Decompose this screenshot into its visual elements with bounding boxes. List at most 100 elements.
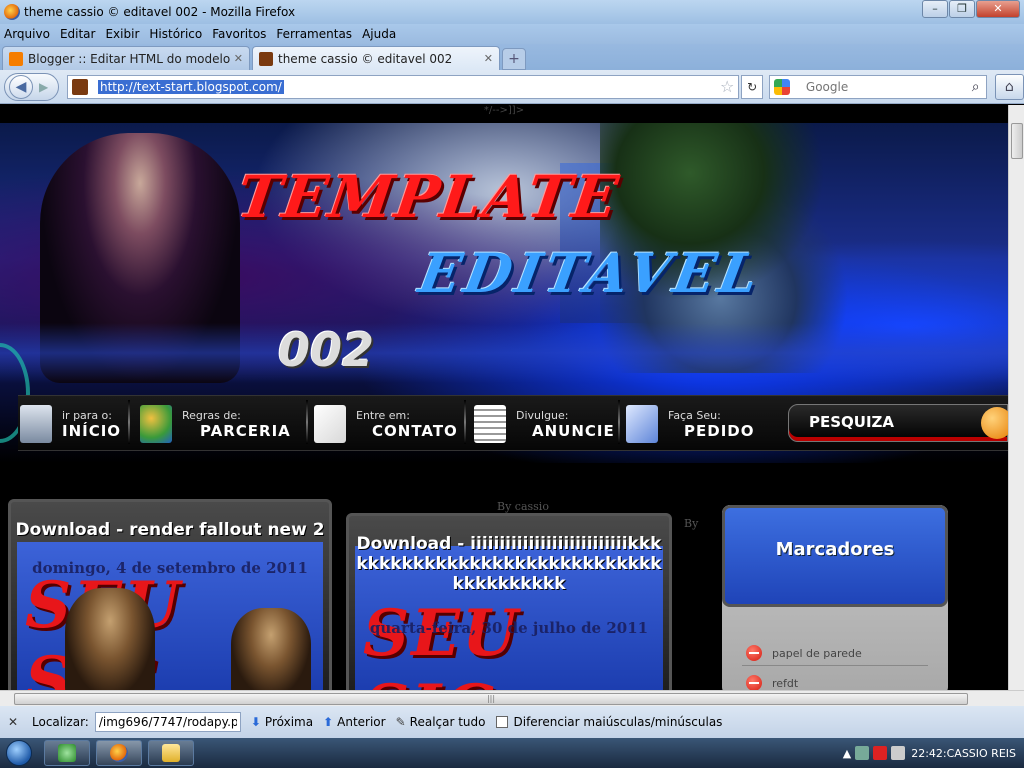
blogger-icon [9, 51, 23, 66]
window-titlebar: theme cassio © editavel 002 - Mozilla Fi… [0, 0, 1024, 24]
tab-bar: Blogger :: Editar HTML do modelo ✕ theme… [0, 44, 1024, 70]
find-previous-button[interactable]: ⬆ Anterior [323, 715, 386, 729]
menu-historico[interactable]: Histórico [149, 27, 202, 41]
remove-icon [746, 675, 762, 690]
start-button[interactable] [0, 738, 38, 768]
search-go-icon[interactable] [981, 407, 1008, 439]
firefox-icon [4, 4, 20, 20]
highlight-all-button[interactable]: ✎ Realçar tudo [396, 715, 486, 729]
folder-icon [162, 744, 180, 762]
nav-anuncie-small: Divulgue: [516, 408, 569, 422]
close-tab-icon[interactable]: ✕ [234, 52, 243, 65]
arrow-up-icon: ⬆ [323, 715, 334, 729]
find-next-button[interactable]: ⬇ Próxima [251, 715, 313, 729]
taskbar-explorer-button[interactable] [148, 740, 194, 766]
close-button[interactable]: ✕ [976, 0, 1020, 18]
firefox-icon [110, 744, 128, 762]
clock-text[interactable]: 22:42:CASSIO REIS [911, 747, 1016, 760]
tab-label: Blogger :: Editar HTML do modelo [28, 51, 231, 66]
nav-divider [128, 400, 130, 444]
header-banner: TEMPLATE EDITAVEL 002 ir para o: INÍCIO … [0, 123, 1008, 463]
network-icon[interactable] [855, 746, 870, 760]
menu-exibir[interactable]: Exibir [105, 27, 139, 41]
speaker-icon[interactable] [891, 746, 906, 760]
system-tray: ▲ 22:42:CASSIO REIS [843, 738, 1024, 768]
nav-contato[interactable]: Entre em: CONTATO [314, 400, 458, 448]
scroll-thumb[interactable] [1011, 123, 1023, 159]
reload-button[interactable]: ↻ [741, 74, 763, 99]
nav-anuncie[interactable]: Divulgue: ANUNCIE [474, 400, 615, 448]
search-bar[interactable]: ⌕ [768, 74, 987, 99]
taskbar-firefox-button[interactable] [96, 740, 142, 766]
label-text[interactable]: refdt [772, 677, 798, 690]
checkbox-box[interactable] [495, 716, 508, 728]
new-tab-button[interactable]: + [502, 48, 526, 70]
forward-button[interactable]: ▶ [39, 80, 48, 94]
by-text: By [684, 517, 699, 530]
nav-parceria-small: Regras de: [182, 408, 241, 422]
back-forward-group: ◀ ▶ [4, 72, 59, 101]
label-text[interactable]: papel de parede [772, 647, 862, 660]
tab-theme-cassio[interactable]: theme cassio © editavel 002 ✕ [252, 46, 500, 70]
window-controls: – ❐ ✕ [921, 0, 1020, 18]
scroll-thumb[interactable]: ||| [14, 693, 968, 705]
find-previous-label: Anterior [337, 715, 386, 729]
close-tab-icon[interactable]: ✕ [484, 52, 493, 65]
house-icon [20, 405, 52, 443]
url-bar[interactable]: http://text-start.blogspot.com/ ☆ [67, 74, 740, 99]
menu-ajuda[interactable]: Ajuda [362, 27, 396, 41]
google-icon[interactable] [773, 78, 790, 95]
site-nav-strip: ir para o: INÍCIO Regras de: PARCERIA En… [18, 395, 1008, 451]
glow-floor [0, 323, 1008, 383]
show-hidden-icons-icon[interactable]: ▲ [843, 747, 851, 760]
back-button[interactable]: ◀ [9, 74, 33, 99]
site-identity-icon[interactable] [72, 78, 88, 95]
nav-parceria-label: PARCERIA [200, 421, 291, 440]
nav-divider [306, 400, 308, 444]
pesquiza-button[interactable]: PESQUIZA [788, 404, 1008, 442]
minimize-button[interactable]: – [922, 0, 948, 18]
menu-arquivo[interactable]: Arquivo [4, 27, 50, 41]
tab-blogger[interactable]: Blogger :: Editar HTML do modelo ✕ [2, 46, 250, 70]
menu-ferramentas[interactable]: Ferramentas [276, 27, 352, 41]
vertical-scrollbar[interactable] [1008, 105, 1024, 690]
nav-contato-small: Entre em: [356, 408, 410, 422]
logo-template-text: TEMPLATE [233, 163, 624, 231]
post-title[interactable]: Download - render fallout new 2 [11, 520, 329, 540]
sidebar-marcadores: Marcadores papel de parede refdt [722, 505, 948, 690]
post-date: domingo, 4 de setembro de 2011 [32, 559, 308, 577]
restore-button[interactable]: ❐ [949, 0, 975, 18]
post-thumbnail-image[interactable] [231, 608, 311, 690]
navigation-toolbar: ◀ ▶ http://text-start.blogspot.com/ ☆ ↻ … [0, 70, 1024, 104]
url-text[interactable]: http://text-start.blogspot.com/ [98, 79, 284, 94]
close-find-icon[interactable]: ✕ [8, 715, 22, 729]
horizontal-scrollbar[interactable]: ||| [0, 690, 1024, 706]
find-input[interactable] [94, 712, 241, 732]
menu-editar[interactable]: Editar [60, 27, 96, 41]
match-case-label: Diferenciar maiúsculas/minúsculas [513, 715, 723, 729]
site-favicon-icon [259, 51, 273, 66]
search-input[interactable] [805, 79, 956, 94]
label-item[interactable]: refdt [746, 675, 798, 690]
match-case-checkbox[interactable]: Diferenciar maiúsculas/minúsculas [495, 715, 723, 729]
post-card: Download - iiiiiiiiiiiiiiiiiiiiiiiiiiikk… [346, 513, 672, 690]
by-cassio-text: By cassio [497, 500, 549, 513]
label-item[interactable]: papel de parede [746, 645, 862, 661]
post-title[interactable]: Download - iiiiiiiiiiiiiiiiiiiiiiiiiiikk… [349, 534, 669, 594]
bookmark-star-icon[interactable]: ☆ [720, 77, 734, 96]
search-icon[interactable]: ⌕ [972, 79, 980, 95]
remove-icon [746, 645, 762, 661]
antivirus-icon[interactable] [873, 746, 888, 760]
nav-parceria[interactable]: Regras de: PARCERIA [140, 400, 291, 448]
nav-pedido[interactable]: Faça Seu: PEDIDO [626, 400, 754, 448]
nav-inicio[interactable]: ir para o: INÍCIO [20, 400, 121, 448]
post-thumbnail-image[interactable] [65, 588, 155, 690]
list-document-icon [474, 405, 506, 443]
post-date: quarta-feira, 30 de julho de 2011 [369, 619, 649, 637]
nav-inicio-small: ir para o: [62, 408, 112, 422]
menu-favoritos[interactable]: Favoritos [212, 27, 266, 41]
taskbar-app-button[interactable] [44, 740, 90, 766]
home-button[interactable]: ⌂ [994, 73, 1024, 100]
nav-pedido-small: Faça Seu: [668, 408, 721, 422]
arrow-down-icon: ⬇ [250, 715, 261, 729]
